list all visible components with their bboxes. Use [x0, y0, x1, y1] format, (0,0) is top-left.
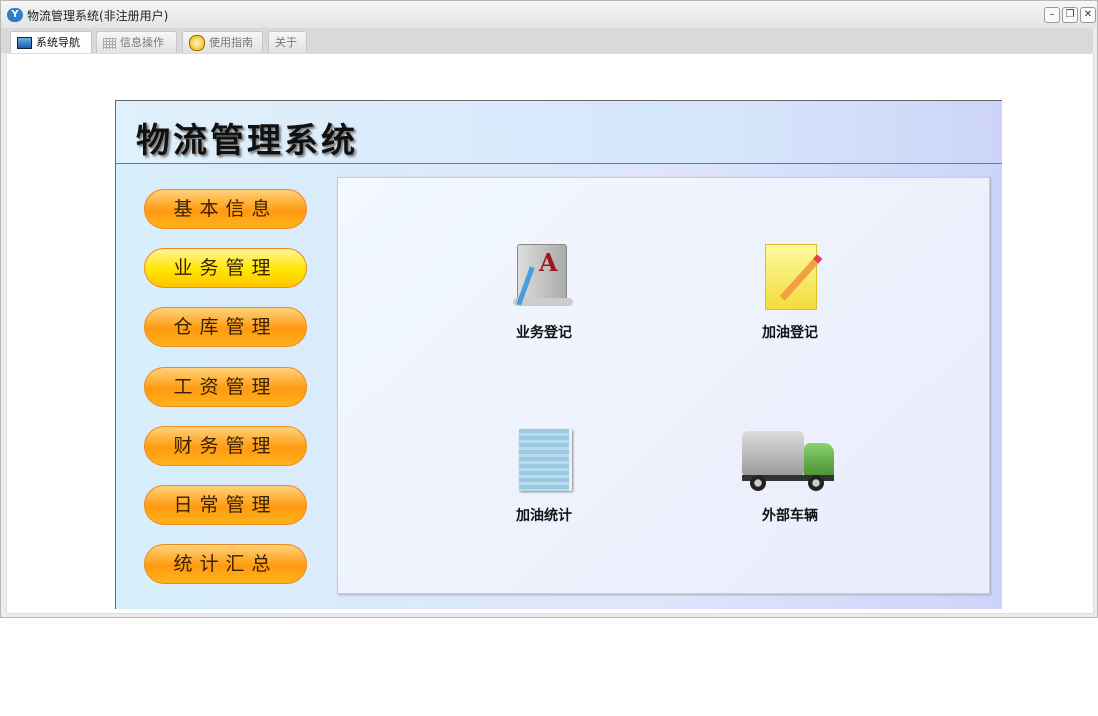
title-bar: Y 物流管理系统(非注册用户) – ❐ ✕ — [1, 1, 1097, 28]
tab-info-ops[interactable]: 信息操作 — [96, 31, 177, 53]
tab-bar: 系统导航 信息操作 使用指南 关于 — [1, 28, 1093, 53]
menu-daily-mgmt[interactable]: 日常管理 — [144, 485, 307, 525]
main-panel: 物流管理系统 基本信息 业务管理 仓库管理 工资管理 财务管理 日常管理 统计汇… — [115, 100, 1002, 609]
header-banner: 物流管理系统 — [116, 101, 1002, 164]
document-edit-icon: A — [509, 242, 579, 312]
tab-about[interactable]: 关于 — [268, 31, 307, 53]
tab-label: 信息操作 — [120, 36, 164, 49]
close-button[interactable]: ✕ — [1080, 7, 1096, 23]
menu-warehouse-mgmt[interactable]: 仓库管理 — [144, 307, 307, 347]
item-label: 业务登记 — [516, 325, 572, 341]
business-register-item[interactable]: A 业务登记 — [484, 242, 604, 342]
menu-salary-mgmt[interactable]: 工资管理 — [144, 367, 307, 407]
app-logo-icon: Y — [7, 8, 23, 22]
menu-statistics[interactable]: 统计汇总 — [144, 544, 307, 584]
truck-icon — [742, 425, 838, 495]
page-title: 物流管理系统 — [136, 121, 358, 161]
fuel-register-item[interactable]: 加油登记 — [730, 242, 850, 342]
notebook-icon — [509, 425, 579, 495]
minimize-button[interactable]: – — [1044, 7, 1060, 23]
function-panel: A 业务登记 加油登记 加油统计 外部车辆 — [337, 177, 990, 594]
item-label: 加油登记 — [762, 325, 818, 341]
help-icon — [189, 35, 205, 51]
note-pencil-icon — [755, 242, 825, 312]
menu-basic-info[interactable]: 基本信息 — [144, 189, 307, 229]
grid-icon — [103, 37, 116, 49]
tab-label: 关于 — [275, 36, 297, 49]
item-label: 加油统计 — [516, 508, 572, 524]
window-title: 物流管理系统(非注册用户) — [27, 9, 169, 23]
tab-system-nav[interactable]: 系统导航 — [10, 31, 92, 53]
tab-label: 系统导航 — [36, 36, 80, 49]
menu-finance-mgmt[interactable]: 财务管理 — [144, 426, 307, 466]
menu-business-mgmt[interactable]: 业务管理 — [144, 248, 307, 288]
fuel-statistics-item[interactable]: 加油统计 — [484, 425, 604, 525]
monitor-icon — [17, 37, 32, 49]
tab-user-guide[interactable]: 使用指南 — [182, 31, 263, 53]
restore-button[interactable]: ❐ — [1062, 7, 1078, 23]
external-vehicles-item[interactable]: 外部车辆 — [730, 425, 850, 525]
item-label: 外部车辆 — [762, 508, 818, 524]
tab-label: 使用指南 — [209, 36, 253, 49]
